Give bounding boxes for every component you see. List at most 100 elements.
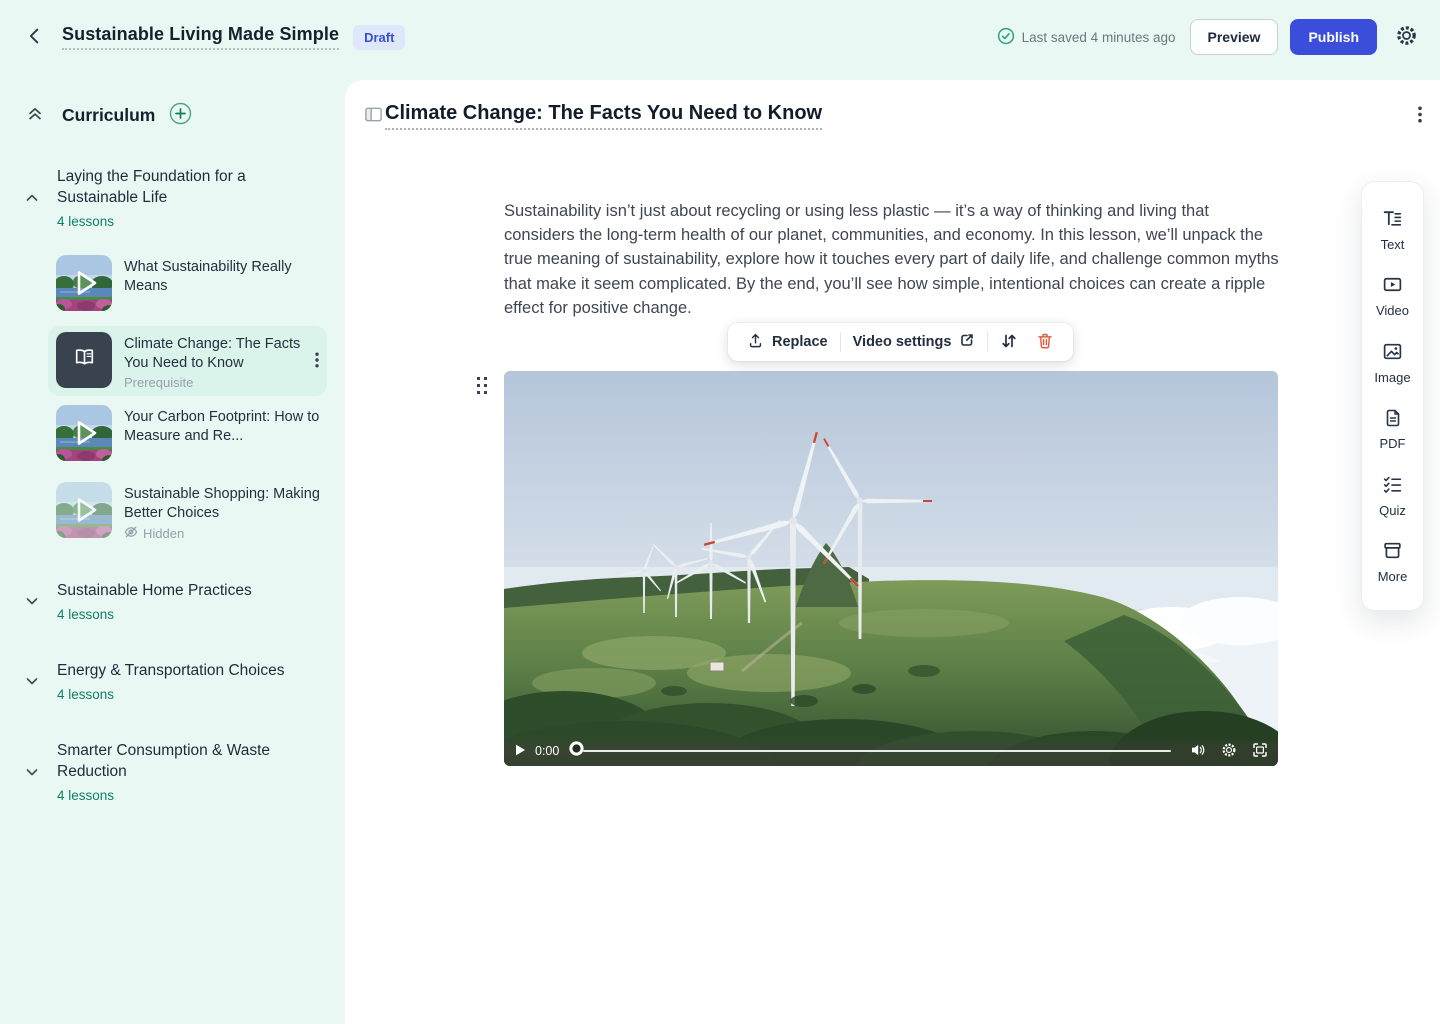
progress-line xyxy=(583,750,1171,752)
volume-button[interactable] xyxy=(1190,742,1206,761)
chevron-down-icon xyxy=(24,673,57,689)
section-title: Sustainable Home Practices xyxy=(57,580,252,601)
archive-box-icon xyxy=(1382,540,1403,564)
block-drag-handle[interactable] xyxy=(476,376,489,400)
reading-thumbnail xyxy=(56,332,112,388)
seek-bar[interactable] xyxy=(568,740,1171,762)
lesson-meta: Hidden xyxy=(124,525,321,542)
block-insert-panel: Text Video Image PDF Quiz xyxy=(1361,181,1424,611)
status-badge: Draft xyxy=(353,25,405,50)
pdf-file-icon xyxy=(1383,408,1403,431)
text-icon xyxy=(1382,208,1403,232)
save-status-text: Last saved 4 minutes ago xyxy=(1022,30,1176,45)
image-icon xyxy=(1382,341,1403,365)
video-settings-gear-button[interactable] xyxy=(1221,742,1237,761)
video-block-toolbar: Replace Video settings xyxy=(728,323,1073,361)
settings-button[interactable] xyxy=(1393,22,1420,52)
section-lesson-count: 4 lessons xyxy=(57,214,293,229)
section-header-foundation[interactable]: Laying the Foundation for a Sustainable … xyxy=(0,166,345,229)
insert-pdf-button[interactable]: PDF xyxy=(1374,407,1412,452)
lesson-title: What Sustainability Really Means xyxy=(124,258,321,295)
preview-button[interactable]: Preview xyxy=(1190,19,1279,55)
insert-text-button[interactable]: Text xyxy=(1375,207,1411,253)
insert-video-button[interactable]: Video xyxy=(1370,273,1415,319)
chevron-left-icon xyxy=(24,25,46,50)
speaker-icon xyxy=(1190,742,1206,761)
course-editor-app: Sustainable Living Made Simple Draft Las… xyxy=(0,0,1440,1024)
upload-icon xyxy=(747,332,764,353)
more-blocks-button[interactable]: More xyxy=(1372,539,1414,585)
play-icon xyxy=(514,743,526,760)
section-header-smarter-consumption[interactable]: Smarter Consumption & Waste Reduction 4 … xyxy=(0,740,345,803)
delete-block-button[interactable] xyxy=(1027,332,1063,353)
lesson-editor: Climate Change: The Facts You Need to Kn… xyxy=(345,80,1440,1024)
video-thumbnail xyxy=(56,482,112,538)
gear-icon xyxy=(1395,24,1418,50)
toolbar-divider xyxy=(840,332,841,352)
lesson-row-what-sustainability[interactable]: What Sustainability Really Means xyxy=(56,255,321,311)
section-header-home-practices[interactable]: Sustainable Home Practices 4 lessons xyxy=(0,580,345,622)
chevron-down-icon xyxy=(24,764,57,780)
gear-icon xyxy=(1221,742,1237,761)
kebab-icon xyxy=(1418,106,1422,126)
save-status: Last saved 4 minutes ago xyxy=(997,27,1176,48)
lesson-menu-button[interactable] xyxy=(313,350,321,373)
fullscreen-button[interactable] xyxy=(1252,742,1268,761)
external-link-icon xyxy=(959,332,975,352)
lesson-page-title[interactable]: Climate Change: The Facts You Need to Kn… xyxy=(385,102,822,130)
lesson-row-carbon-footprint[interactable]: Your Carbon Footprint: How to Measure an… xyxy=(56,405,321,461)
kebab-icon xyxy=(315,352,319,371)
toolbar-divider xyxy=(987,332,988,352)
section-title: Smarter Consumption & Waste Reduction xyxy=(57,740,293,782)
lesson-title: Climate Change: The Facts You Need to Kn… xyxy=(124,335,301,372)
check-circle-icon xyxy=(997,27,1015,48)
lesson-options-button[interactable] xyxy=(1416,104,1424,128)
sort-arrows-icon xyxy=(1000,332,1018,353)
video-controls: 0:00 xyxy=(504,736,1278,766)
double-chevron-up-icon xyxy=(26,105,44,126)
video-icon xyxy=(1382,274,1403,298)
lesson-body-paragraph[interactable]: Sustainability isn’t just about recyclin… xyxy=(504,199,1281,320)
collapse-all-button[interactable] xyxy=(24,103,46,128)
course-title[interactable]: Sustainable Living Made Simple xyxy=(62,24,339,50)
trash-icon xyxy=(1036,332,1054,353)
video-frame-wind-turbines xyxy=(504,371,1278,766)
chevron-up-icon xyxy=(24,190,57,206)
grip-dots-icon xyxy=(476,382,489,399)
open-book-icon xyxy=(71,344,98,376)
reorder-button[interactable] xyxy=(991,332,1027,353)
plus-circle-icon xyxy=(169,102,192,128)
video-settings-button[interactable]: Video settings xyxy=(844,332,985,352)
curriculum-sidebar: Curriculum Laying the Foundation for a S… xyxy=(0,74,345,1024)
replace-button[interactable]: Replace xyxy=(738,332,837,353)
section-title: Energy & Transportation Choices xyxy=(57,660,284,681)
publish-button[interactable]: Publish xyxy=(1290,19,1377,55)
video-timestamp: 0:00 xyxy=(535,744,559,758)
section-title: Laying the Foundation for a Sustainable … xyxy=(57,166,293,208)
video-player[interactable]: 0:00 xyxy=(504,371,1278,766)
video-thumbnail xyxy=(56,255,112,311)
lesson-row-sustainable-shopping[interactable]: Sustainable Shopping: Making Better Choi… xyxy=(56,482,321,542)
insert-image-button[interactable]: Image xyxy=(1368,340,1416,386)
section-header-energy-transportation[interactable]: Energy & Transportation Choices 4 lesson… xyxy=(0,660,345,702)
layout-panel-icon xyxy=(364,105,383,127)
back-button[interactable] xyxy=(22,23,48,52)
lesson-title: Sustainable Shopping: Making Better Choi… xyxy=(124,485,321,522)
topbar: Sustainable Living Made Simple Draft Las… xyxy=(0,0,1440,74)
section-lesson-count: 4 lessons xyxy=(57,607,252,622)
curriculum-title: Curriculum xyxy=(62,105,155,126)
lesson-title: Your Carbon Footprint: How to Measure an… xyxy=(124,408,321,445)
eye-off-icon xyxy=(124,525,138,542)
insert-quiz-button[interactable]: Quiz xyxy=(1373,473,1412,519)
section-lesson-count: 4 lessons xyxy=(57,687,284,702)
expand-corners-icon xyxy=(1252,742,1268,761)
lesson-row-climate-change[interactable]: Climate Change: The Facts You Need to Kn… xyxy=(48,326,327,396)
play-button[interactable] xyxy=(514,743,526,760)
section-lesson-count: 4 lessons xyxy=(57,788,293,803)
video-thumbnail xyxy=(56,405,112,461)
chevron-down-icon xyxy=(24,593,57,609)
add-curriculum-button[interactable] xyxy=(167,100,194,130)
quiz-checklist-icon xyxy=(1382,474,1403,498)
lesson-meta: Prerequisite xyxy=(124,375,301,390)
panel-toggle-button[interactable] xyxy=(362,103,385,129)
